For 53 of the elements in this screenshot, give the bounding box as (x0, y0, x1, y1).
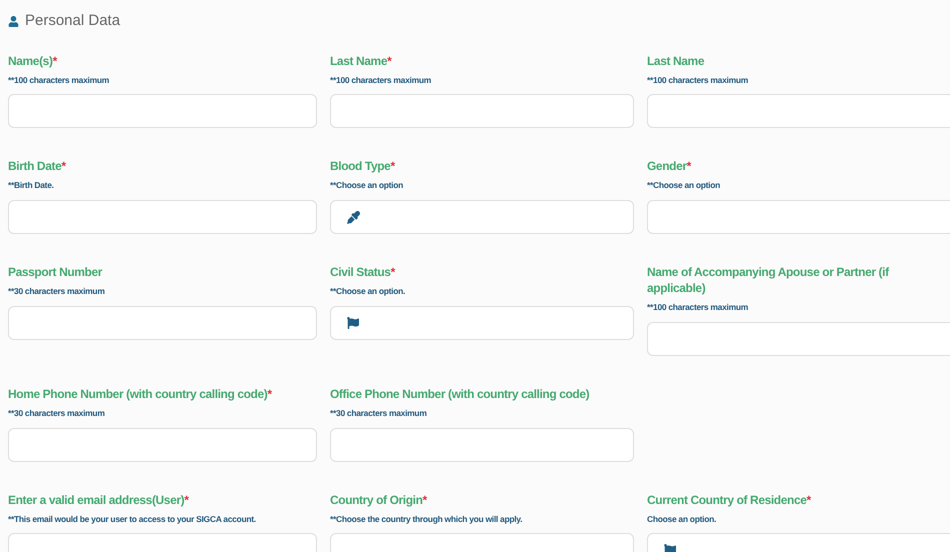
select-field[interactable] (330, 306, 634, 340)
input-field[interactable] (330, 428, 634, 462)
input-field[interactable] (647, 322, 950, 356)
required-mark: * (184, 492, 188, 506)
user-icon (8, 16, 19, 27)
field-label: Last Name (330, 54, 388, 68)
required-mark: * (390, 159, 395, 174)
field-hint: **Choose an option (330, 179, 404, 192)
required-mark: * (686, 159, 691, 174)
field-hint: **Birth Date. (8, 179, 55, 192)
section-title: Personal Data (25, 11, 120, 31)
required-mark: * (422, 492, 427, 506)
field-label: Enter a valid email address(User) (8, 492, 184, 506)
field-label: Birth Date (8, 159, 62, 174)
input-field[interactable] (647, 200, 950, 234)
field-label: Country of Origin (330, 492, 423, 506)
field-label: Office Phone Number (with country calling code) (330, 386, 590, 401)
field-hint: **100 characters maximum (647, 301, 750, 314)
required-mark: * (806, 492, 811, 506)
field-hint: **This email would be your user to access to your SIGCA account. (8, 512, 257, 526)
required-mark: * (387, 54, 392, 68)
required-mark: * (390, 265, 395, 279)
field-hint: **30 characters maximum (330, 406, 428, 420)
input-field[interactable] (647, 94, 950, 128)
field-hint: **30 characters maximum (8, 285, 106, 298)
field-hint: **100 characters maximum (8, 74, 110, 86)
field-label: Civil Status (330, 265, 391, 279)
dropper-icon (347, 210, 360, 224)
field-hint: **100 characters maximum (647, 74, 750, 86)
field-label: Name of Accompanying Apouse or Partner (if applicable) (647, 265, 889, 295)
input-field[interactable] (8, 428, 317, 462)
field-hint: **100 characters maximum (330, 74, 432, 86)
input-field[interactable] (330, 94, 634, 128)
field-label: Blood Type (330, 159, 390, 174)
field-label: Passport Number (8, 265, 102, 279)
required-mark: * (61, 159, 66, 174)
field-label: Gender (647, 159, 687, 174)
field-hint: **Choose the country through which you will apply. (330, 512, 524, 526)
field-hint: **Choose an option. (330, 285, 406, 298)
input-field[interactable] (8, 94, 317, 128)
required-mark: * (52, 54, 57, 68)
field-label: Name(s) (8, 54, 53, 68)
field-hint: **Choose an option (647, 179, 721, 192)
field-label: Home Phone Number (with country calling code) (8, 386, 268, 401)
field-hint: Choose an option. (647, 512, 718, 526)
required-mark: * (267, 386, 272, 401)
field-hint: **30 characters maximum (8, 406, 106, 420)
input-field[interactable] (8, 200, 317, 234)
select-field[interactable] (330, 200, 634, 234)
flag-icon (347, 316, 359, 329)
input-field[interactable] (8, 306, 317, 340)
field-label: Current Country of Residence (647, 492, 806, 506)
field-label: Last Name (647, 54, 704, 68)
